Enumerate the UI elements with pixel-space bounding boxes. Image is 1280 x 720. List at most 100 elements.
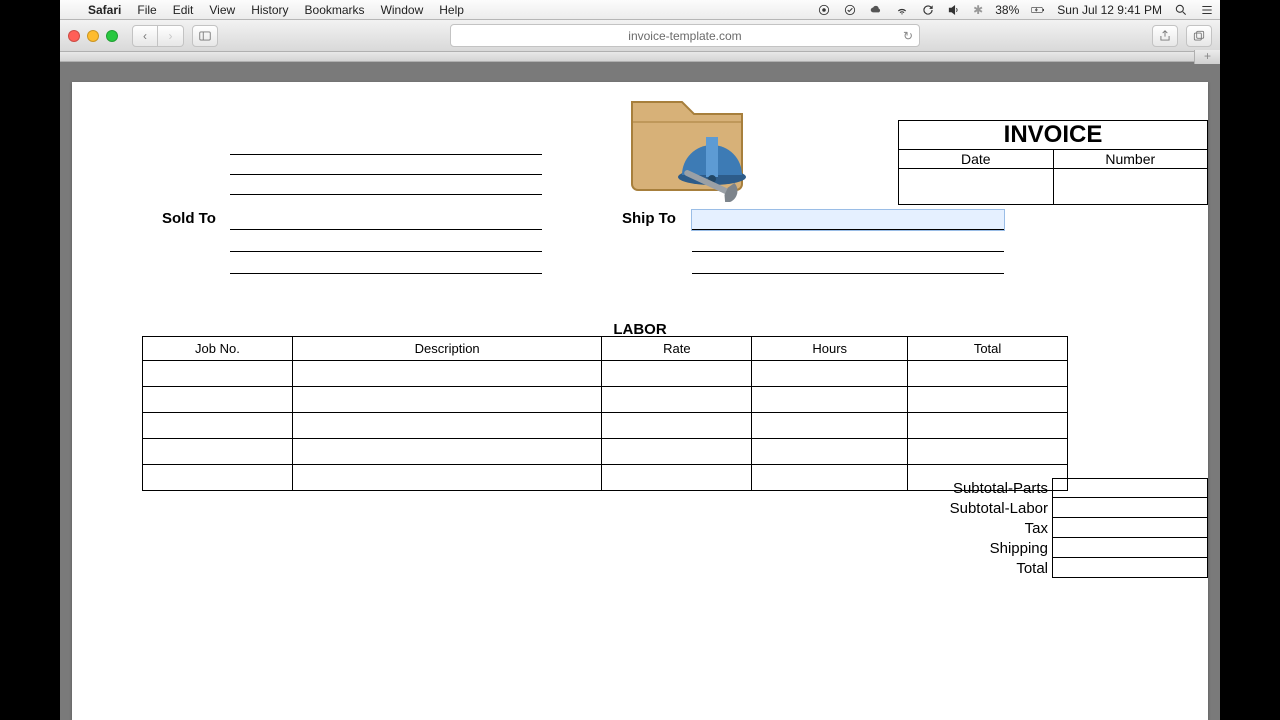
- show-tabs-button[interactable]: [1186, 25, 1212, 47]
- labor-cell-rate[interactable]: [602, 413, 752, 439]
- labor-cell-rate[interactable]: [602, 439, 752, 465]
- labor-cell-desc[interactable]: [292, 439, 602, 465]
- company-line-2[interactable]: [230, 157, 542, 175]
- invoice-number-cell[interactable]: [1054, 169, 1208, 204]
- labor-cell-job[interactable]: [143, 413, 293, 439]
- labor-row: [143, 413, 1068, 439]
- shipping-cell[interactable]: [1052, 538, 1208, 558]
- labor-cell-job[interactable]: [143, 361, 293, 387]
- labor-table: Job No. Description Rate Hours Total: [142, 336, 1068, 491]
- subtotal-labor-label: Subtotal-Labor: [950, 500, 1052, 517]
- labor-cell-hours[interactable]: [752, 361, 908, 387]
- labor-cell-job[interactable]: [143, 465, 293, 491]
- notification-center-icon[interactable]: [1194, 3, 1220, 17]
- menu-view[interactable]: View: [201, 3, 243, 17]
- sidebar-toggle-button[interactable]: [192, 25, 218, 47]
- minimize-window-button[interactable]: [87, 30, 99, 42]
- ship-to-block: Ship To: [692, 210, 1004, 274]
- labor-col-job: Job No.: [143, 337, 293, 361]
- labor-cell-hours[interactable]: [752, 465, 908, 491]
- nav-buttons: ‹ ›: [132, 25, 184, 47]
- sold-to-line-2[interactable]: [230, 232, 542, 252]
- record-indicator-icon[interactable]: [811, 3, 837, 17]
- wifi-icon[interactable]: [889, 3, 915, 17]
- battery-icon[interactable]: [1025, 3, 1051, 17]
- labor-cell-total[interactable]: [908, 413, 1068, 439]
- labor-cell-desc[interactable]: [292, 387, 602, 413]
- menubar-clock[interactable]: Sun Jul 12 9:41 PM: [1051, 3, 1168, 17]
- cloud-sync-icon[interactable]: [863, 3, 889, 17]
- labor-col-total: Total: [908, 337, 1068, 361]
- menu-file[interactable]: File: [129, 3, 164, 17]
- menu-history[interactable]: History: [243, 3, 296, 17]
- total-cell[interactable]: [1052, 558, 1208, 578]
- labor-cell-rate[interactable]: [602, 387, 752, 413]
- menu-window[interactable]: Window: [373, 3, 432, 17]
- forward-button[interactable]: ›: [158, 25, 184, 47]
- labor-cell-hours[interactable]: [752, 413, 908, 439]
- tax-label: Tax: [1025, 520, 1052, 537]
- ship-to-line-1[interactable]: [692, 210, 1004, 230]
- sold-to-line-1[interactable]: [230, 210, 542, 230]
- labor-cell-desc[interactable]: [292, 465, 602, 491]
- labor-cell-total[interactable]: [908, 387, 1068, 413]
- company-line-3[interactable]: [230, 177, 542, 195]
- safari-toolbar: ‹ › invoice-template.com ↻: [60, 20, 1220, 52]
- shipping-label: Shipping: [990, 540, 1052, 557]
- invoice-title: INVOICE: [899, 121, 1207, 150]
- window-controls: [68, 30, 124, 42]
- company-line-1[interactable]: [230, 137, 542, 155]
- menu-bookmarks[interactable]: Bookmarks: [297, 3, 373, 17]
- menu-edit[interactable]: Edit: [165, 3, 202, 17]
- labor-row: [143, 465, 1068, 491]
- menu-app[interactable]: Safari: [80, 3, 129, 17]
- sold-to-line-3[interactable]: [230, 254, 542, 274]
- invoice-number-header: Number: [1054, 150, 1208, 168]
- spotlight-icon[interactable]: [1168, 3, 1194, 17]
- labor-cell-job[interactable]: [143, 387, 293, 413]
- back-button[interactable]: ‹: [132, 25, 158, 47]
- ship-to-line-3[interactable]: [692, 254, 1004, 274]
- labor-cell-hours[interactable]: [752, 439, 908, 465]
- menubar-status-area: ✱ 38% Sun Jul 12 9:41 PM: [811, 3, 1220, 17]
- close-window-button[interactable]: [68, 30, 80, 42]
- totals-block: Subtotal-Parts Subtotal-Labor Tax Shippi…: [950, 478, 1208, 578]
- labor-cell-job[interactable]: [143, 439, 293, 465]
- address-bar-url: invoice-template.com: [628, 29, 741, 43]
- sold-to-label: Sold To: [162, 210, 216, 227]
- bluetooth-icon[interactable]: ✱: [967, 3, 989, 17]
- clock-checkmark-icon[interactable]: [837, 3, 863, 17]
- labor-cell-rate[interactable]: [602, 361, 752, 387]
- labor-cell-desc[interactable]: [292, 413, 602, 439]
- sold-to-block: Sold To: [230, 210, 542, 274]
- company-block: [230, 137, 542, 195]
- subtotal-labor-cell[interactable]: [1052, 498, 1208, 518]
- labor-row: [143, 439, 1068, 465]
- labor-cell-hours[interactable]: [752, 387, 908, 413]
- invoice-date-header: Date: [899, 150, 1054, 168]
- invoice-summary-box: INVOICE Date Number: [898, 120, 1208, 205]
- timemachine-icon[interactable]: [915, 3, 941, 17]
- tax-cell[interactable]: [1052, 518, 1208, 538]
- menu-help[interactable]: Help: [431, 3, 472, 17]
- labor-cell-desc[interactable]: [292, 361, 602, 387]
- page-viewport: INVOICE Date Number Sold To Ship To: [60, 62, 1220, 720]
- subtotal-parts-cell[interactable]: [1052, 478, 1208, 498]
- labor-col-rate: Rate: [602, 337, 752, 361]
- invoice-page: INVOICE Date Number Sold To Ship To: [72, 82, 1208, 720]
- invoice-date-cell[interactable]: [899, 169, 1054, 204]
- zoom-window-button[interactable]: [106, 30, 118, 42]
- labor-cell-total[interactable]: [908, 361, 1068, 387]
- tab-strip: +: [60, 52, 1220, 62]
- reload-icon[interactable]: ↻: [903, 29, 913, 43]
- macos-menubar: Safari File Edit View History Bookmarks …: [60, 0, 1220, 20]
- share-button[interactable]: [1152, 25, 1178, 47]
- ship-to-line-2[interactable]: [692, 232, 1004, 252]
- address-bar[interactable]: invoice-template.com ↻: [450, 24, 920, 47]
- labor-col-desc: Description: [292, 337, 602, 361]
- labor-cell-rate[interactable]: [602, 465, 752, 491]
- volume-icon[interactable]: [941, 3, 967, 17]
- labor-cell-total[interactable]: [908, 439, 1068, 465]
- construction-folder-icon: [612, 82, 762, 202]
- subtotal-parts-label: Subtotal-Parts: [953, 480, 1052, 497]
